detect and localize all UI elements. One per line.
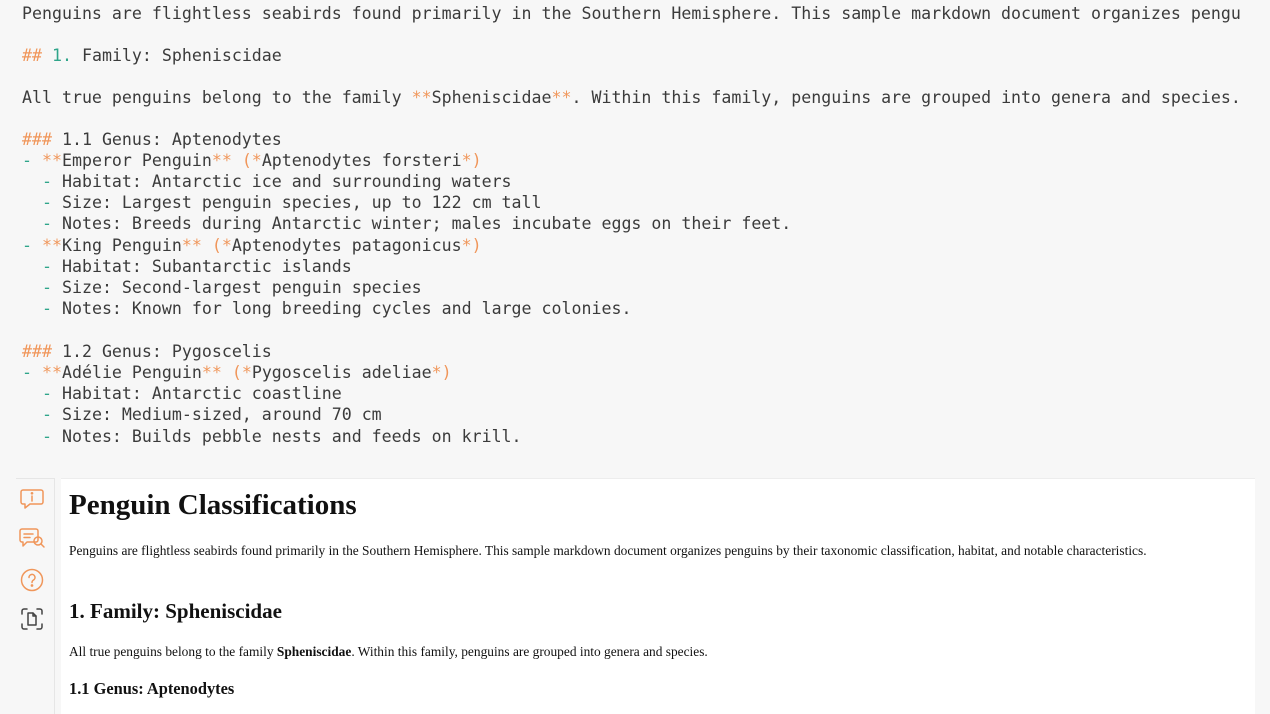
- editor-line-adelie-habitat[interactable]: - Habitat: Antarctic coastline: [22, 383, 342, 404]
- editor-line-adelie-notes[interactable]: - Notes: Builds pebble nests and feeds o…: [22, 426, 522, 447]
- info-comment-button[interactable]: [18, 485, 46, 513]
- editor-line-family-heading[interactable]: ## 1. Family: Spheniscidae: [22, 45, 282, 66]
- editor-line-adelie-size[interactable]: - Size: Medium-sized, around 70 cm: [22, 404, 382, 425]
- heading-text: Family: Spheniscidae: [81, 46, 282, 65]
- help-button[interactable]: [18, 566, 46, 594]
- preview-intro: Penguins are flightless seabirds found p…: [69, 543, 1147, 558]
- preview-bold-family: Spheniscidae: [276, 644, 352, 659]
- preview-family-heading: 1. Family: Spheniscidae: [69, 599, 282, 623]
- markdown-preview: Penguin Classifications Penguins are fli…: [61, 478, 1255, 714]
- editor-line-emperor[interactable]: - **Emperor Penguin** (*Aptenodytes fors…: [22, 150, 482, 171]
- editor-line-king-size[interactable]: - Size: Second-largest penguin species: [22, 277, 422, 298]
- editor-line-king-notes[interactable]: - Notes: Known for long breeding cycles …: [22, 298, 631, 319]
- chat-search-button[interactable]: [18, 524, 46, 552]
- heading-mark: ##: [22, 46, 42, 65]
- editor-line-genus2-heading[interactable]: ### 1.2 Genus: Pygoscelis: [22, 341, 272, 362]
- document-scan-button[interactable]: [18, 605, 46, 633]
- editor-line-family-para[interactable]: All true penguins belong to the family *…: [22, 87, 1241, 108]
- heading-number: 1.: [51, 46, 72, 65]
- editor-line-genus1-heading[interactable]: ### 1.1 Genus: Aptenodytes: [22, 129, 282, 150]
- preview-family-paragraph: All true penguins belong to the family S…: [69, 644, 708, 659]
- editor-line-emperor-notes[interactable]: - Notes: Breeds during Antarctic winter;…: [22, 213, 791, 234]
- editor-line-king-habitat[interactable]: - Habitat: Subantarctic islands: [22, 256, 352, 277]
- info-comment-icon: [19, 486, 45, 512]
- markdown-editor[interactable]: Penguins are flightless seabirds found p…: [0, 0, 1270, 478]
- editor-line-adelie[interactable]: - **Adélie Penguin** (*Pygoscelis adelia…: [22, 362, 452, 383]
- help-icon: [19, 567, 45, 593]
- chat-search-icon: [18, 525, 46, 551]
- editor-line-emperor-habitat[interactable]: - Habitat: Antarctic ice and surrounding…: [22, 171, 512, 192]
- editor-line-intro[interactable]: Penguins are flightless seabirds found p…: [22, 3, 1241, 24]
- preview-genus1-heading: 1.1 Genus: Aptenodytes: [69, 679, 235, 698]
- document-scan-icon: [19, 606, 45, 632]
- editor-line-king[interactable]: - **King Penguin** (*Aptenodytes patagon…: [22, 235, 482, 256]
- editor-line-emperor-size[interactable]: - Size: Largest penguin species, up to 1…: [22, 192, 542, 213]
- side-toolbar: [16, 478, 55, 714]
- bottom-panel: Penguin Classifications Penguins are fli…: [0, 478, 1270, 714]
- preview-title: Penguin Classifications: [69, 489, 357, 521]
